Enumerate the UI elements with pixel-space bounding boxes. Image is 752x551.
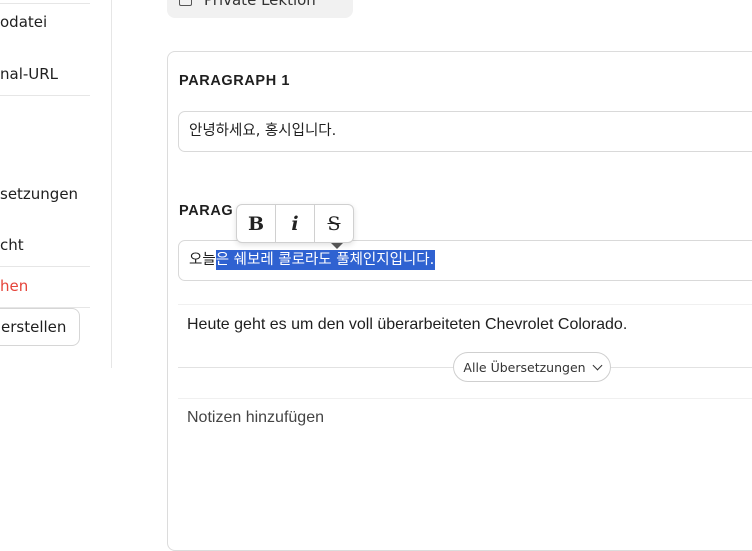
sidebar-divider <box>0 266 90 267</box>
create-button[interactable]: erstellen <box>0 308 80 346</box>
translation-field[interactable]: Heute geht es um den voll überarbeiteten… <box>178 304 752 346</box>
paragraph-1-label: PARAGRAPH 1 <box>179 73 291 89</box>
italic-button[interactable]: i <box>276 205 315 242</box>
notes-field[interactable]: Notizen hinzufügen <box>178 398 752 438</box>
sidebar-item-view[interactable]: cht <box>0 236 24 254</box>
sidebar-divider <box>0 3 90 4</box>
all-translations-label: Alle Übersetzungen <box>463 359 586 375</box>
paragraph-2-label: PARAG <box>179 203 234 219</box>
sidebar-item-translations[interactable]: setzungen <box>0 185 78 203</box>
private-lesson-chip[interactable]: Private Lektion <box>167 0 353 18</box>
strikethrough-button[interactable]: S <box>315 205 353 242</box>
paragraph-1-input[interactable]: 안녕하세요, 홍시입니다. <box>178 111 752 152</box>
selected-text: 은 쉐보레 콜로라도 풀체인지입니다. <box>215 250 436 270</box>
lock-icon <box>179 0 192 6</box>
paragraph-2-text: 오늘 <box>189 252 216 268</box>
sidebar-item-delete[interactable]: hen <box>0 277 28 295</box>
format-toolbar: B i S <box>236 204 354 243</box>
private-lesson-label: Private Lektion <box>204 0 316 9</box>
sidebar-divider <box>0 95 90 96</box>
sidebar-item-audio-file[interactable]: odatei <box>0 13 47 31</box>
chevron-down-icon <box>592 360 603 370</box>
sidebar-item-original-url[interactable]: nal-URL <box>0 65 58 83</box>
bold-button[interactable]: B <box>237 205 276 242</box>
toolbar-pointer-icon <box>331 243 343 249</box>
all-translations-dropdown[interactable]: Alle Übersetzungen <box>453 352 611 382</box>
paragraph-2-input[interactable]: 오늘은 쉐보레 콜로라도 풀체인지입니다. <box>178 240 752 281</box>
